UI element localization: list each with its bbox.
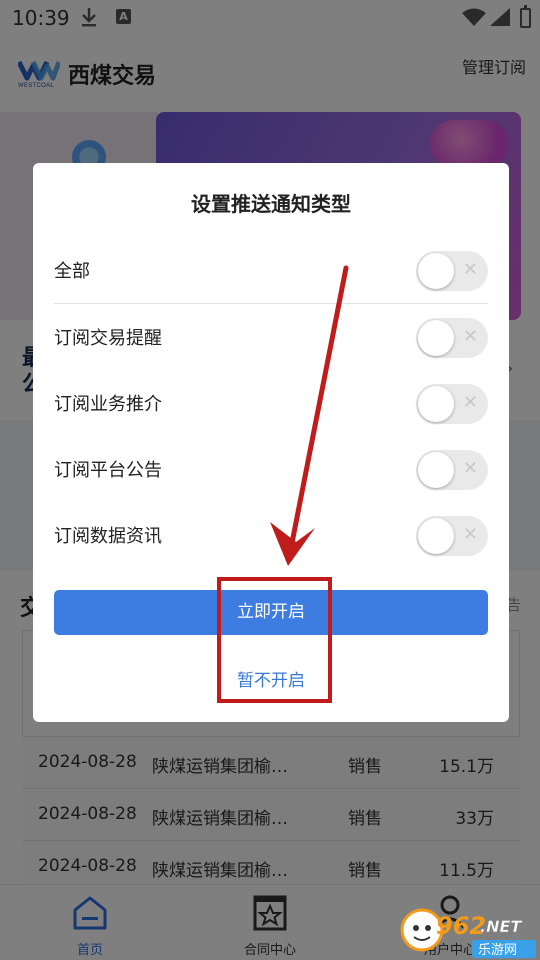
close-icon: ✕ bbox=[462, 524, 478, 545]
option-data-news: 订阅数据资讯 ✕ bbox=[54, 502, 488, 568]
toggle-switch[interactable]: ✕ bbox=[416, 318, 488, 358]
toggle-knob bbox=[418, 253, 454, 289]
toggle-switch[interactable]: ✕ bbox=[416, 384, 488, 424]
watermark-cn: 乐游网 bbox=[478, 943, 517, 958]
option-label: 订阅平台公告 bbox=[54, 460, 162, 481]
toggle-switch[interactable]: ✕ bbox=[416, 516, 488, 556]
close-icon: ✕ bbox=[462, 326, 478, 347]
toggle-knob bbox=[418, 320, 454, 356]
option-label: 全部 bbox=[54, 261, 90, 282]
toggle-switch[interactable]: ✕ bbox=[416, 450, 488, 490]
watermark-brand: 962 bbox=[436, 912, 486, 940]
option-label: 订阅数据资讯 bbox=[54, 526, 162, 547]
option-all: 全部 ✕ bbox=[54, 237, 488, 303]
option-trade-reminder: 订阅交易提醒 ✕ bbox=[54, 304, 488, 370]
toggle-knob bbox=[418, 452, 454, 488]
annotation-highlight-box bbox=[217, 577, 332, 703]
dialog-title: 设置推送通知类型 bbox=[191, 192, 351, 216]
close-icon: ✕ bbox=[462, 458, 478, 479]
toggle-switch[interactable]: ✕ bbox=[416, 251, 488, 291]
toggle-knob bbox=[418, 518, 454, 554]
close-icon: ✕ bbox=[462, 259, 478, 280]
close-icon: ✕ bbox=[462, 392, 478, 413]
option-platform-notice: 订阅平台公告 ✕ bbox=[54, 436, 488, 502]
watermark-logo: 962 .NET 乐游网 bbox=[400, 908, 536, 958]
option-business-promo: 订阅业务推介 ✕ bbox=[54, 370, 488, 436]
option-label: 订阅业务推介 bbox=[54, 394, 162, 415]
option-label: 订阅交易提醒 bbox=[54, 328, 162, 349]
toggle-knob bbox=[418, 386, 454, 422]
watermark-suffix: .NET bbox=[480, 917, 522, 936]
